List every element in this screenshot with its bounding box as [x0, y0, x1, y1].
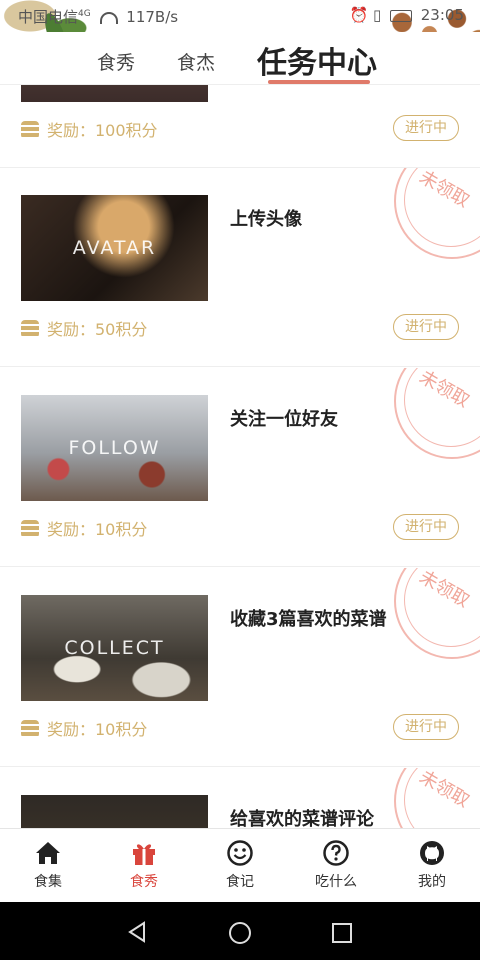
carrier-label: 中国电信 [18, 8, 79, 26]
task-title: 关注一位好友 [230, 409, 338, 430]
task-image: COLLECT [21, 595, 208, 701]
task-status-badge[interactable]: 进行中 [393, 314, 459, 340]
task-card[interactable]: 奖励：100积分 进行中 [0, 84, 480, 168]
nav-label: 吃什么 [315, 874, 357, 890]
status-bar: 中国电信4G 117B/s ⏰ ▯ 23:05 [0, 0, 480, 32]
task-title: 给喜欢的菜谱评论 [230, 809, 374, 828]
task-card[interactable]: 给喜欢的菜谱评论 未领取 [0, 768, 480, 828]
home-circle-icon[interactable] [228, 921, 252, 945]
unclaimed-stamp: 未领取 [394, 568, 480, 659]
task-image-caption: FOLLOW [68, 437, 161, 459]
smiley-icon [227, 840, 253, 866]
task-status-badge[interactable]: 进行中 [393, 115, 459, 141]
top-tab-bar: 食秀 食杰 任务中心 [0, 32, 480, 84]
nav-item-shixiu[interactable]: 食秀 [96, 837, 192, 891]
nav-item-shiji[interactable]: 食集 [0, 837, 96, 891]
task-card[interactable]: FOLLOW 关注一位好友 未领取 奖励：10积分 进行中 [0, 368, 480, 567]
unclaimed-stamp: 未领取 [394, 768, 480, 828]
nav-item-what-to-eat[interactable]: 吃什么 [288, 837, 384, 891]
nav-label: 食秀 [130, 874, 158, 890]
alarm-icon: ⏰ [349, 6, 369, 24]
task-title: 上传头像 [230, 209, 302, 230]
vibrate-icon: ▯ [372, 6, 382, 24]
task-reward: 奖励：10积分 [21, 716, 147, 740]
bottom-nav: 食集 食秀 食记 吃什么 我的 [0, 828, 480, 903]
task-image: AVATAR [21, 195, 208, 301]
tab-shijie[interactable]: 食杰 [177, 48, 215, 75]
coin-icon [21, 121, 39, 139]
task-card[interactable]: AVATAR 上传头像 未领取 奖励：50积分 进行中 [0, 168, 480, 367]
task-reward: 奖励：50积分 [21, 316, 147, 340]
wifi-icon [99, 11, 118, 24]
task-list[interactable]: 奖励：100积分 进行中 AVATAR 上传头像 未领取 奖励：50积分 进行中… [0, 84, 480, 828]
nav-label: 食集 [34, 874, 62, 890]
task-status-badge[interactable]: 进行中 [393, 514, 459, 540]
coin-icon [21, 720, 39, 738]
task-reward: 奖励：100积分 [21, 117, 158, 141]
task-title: 收藏3篇喜欢的菜谱 [230, 609, 387, 630]
unclaimed-stamp: 未领取 [394, 168, 480, 259]
network-label: 4G [78, 9, 91, 19]
unclaimed-stamp: 未领取 [394, 368, 480, 459]
nav-label: 我的 [418, 874, 446, 890]
task-image-caption: AVATAR [72, 237, 157, 259]
task-image [21, 795, 208, 828]
task-image [21, 84, 208, 102]
gift-icon [133, 844, 155, 865]
question-icon [323, 840, 349, 866]
nav-label: 食记 [226, 874, 254, 890]
battery-icon [389, 9, 412, 22]
tab-task-center[interactable]: 任务中心 [257, 38, 377, 82]
nav-item-mine[interactable]: 我的 [384, 837, 480, 891]
task-card[interactable]: COLLECT 收藏3篇喜欢的菜谱 未领取 奖励：10积分 进行中 [0, 568, 480, 767]
task-image: FOLLOW [21, 395, 208, 501]
active-tab-indicator [268, 80, 370, 84]
github-icon [420, 841, 444, 865]
nav-item-shiji-notes[interactable]: 食记 [192, 837, 288, 891]
tab-shixiu[interactable]: 食秀 [97, 48, 135, 75]
task-reward: 奖励：10积分 [21, 516, 147, 540]
coin-icon [21, 320, 39, 338]
home-icon [36, 842, 60, 864]
back-icon[interactable] [126, 921, 148, 943]
coin-icon [21, 520, 39, 538]
system-nav-bar [0, 902, 480, 960]
clock: 23:05 [420, 6, 464, 24]
task-image-caption: COLLECT [64, 637, 165, 659]
recents-icon[interactable] [331, 922, 353, 944]
network-speed: 117B/s [126, 8, 179, 26]
task-status-badge[interactable]: 进行中 [393, 714, 459, 740]
